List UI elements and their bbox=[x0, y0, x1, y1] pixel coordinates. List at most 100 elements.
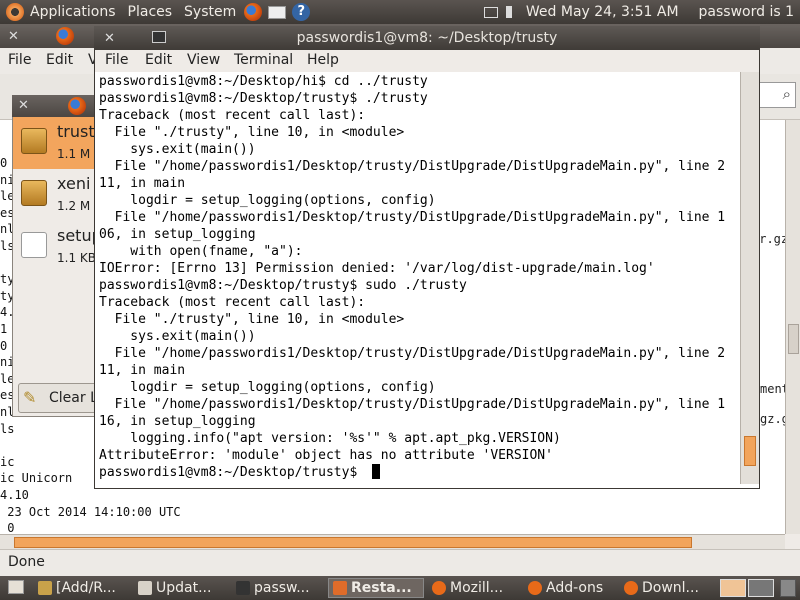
terminal-line: File "/home/passwordis1/Desktop/trusty/D… bbox=[99, 346, 726, 361]
taskbar-label: Downl... bbox=[642, 580, 699, 596]
document-icon bbox=[21, 232, 47, 258]
download-size: 1.2 M bbox=[57, 199, 91, 213]
volume-icon[interactable] bbox=[505, 6, 518, 18]
page-text-line: ic Unicorn bbox=[0, 471, 73, 486]
terminal-line: 11, in main bbox=[99, 363, 186, 378]
downloads-titlebar[interactable]: ✕ bbox=[12, 95, 102, 117]
taskbar-label: Updat... bbox=[156, 580, 212, 596]
broom-icon: ✎ bbox=[23, 388, 37, 407]
terminal-menu-terminal[interactable]: Terminal bbox=[234, 52, 293, 68]
applications-menu[interactable]: Applications bbox=[0, 0, 122, 24]
terminal-line: File "/home/passwordis1/Desktop/trusty/D… bbox=[99, 159, 726, 174]
terminal-line: logdir = setup_logging(options, config) bbox=[99, 193, 436, 208]
terminal-line: logging.info("apt version: '%s'" % apt.a… bbox=[99, 431, 561, 446]
terminal-title: passwordis1@vm8: ~/Desktop/trusty bbox=[296, 30, 558, 46]
browser-menu-edit[interactable]: Edit bbox=[46, 52, 73, 68]
page-text-line: 0 bbox=[0, 338, 8, 353]
system-tray: Wed May 24, 3:51 AM password is 1 bbox=[483, 0, 800, 24]
terminal-line: File "./trusty", line 10, in <module> bbox=[99, 312, 405, 327]
terminal-line: passwordis1@vm8:~/Desktop/trusty$ ./trus… bbox=[99, 91, 428, 106]
mail-launcher-icon[interactable] bbox=[268, 5, 287, 19]
terminal-menu-edit[interactable]: Edit bbox=[145, 52, 172, 68]
terminal-line: File "/home/passwordis1/Desktop/trusty/D… bbox=[99, 397, 726, 412]
clear-list-button[interactable]: ✎ Clear L bbox=[18, 383, 102, 413]
update-manager-icon bbox=[138, 581, 152, 595]
taskbar-button[interactable]: Updat... bbox=[134, 578, 228, 598]
taskbar-button[interactable]: Resta... bbox=[328, 578, 424, 598]
taskbar-button[interactable]: Downl... bbox=[620, 578, 714, 598]
page-text-line: ls bbox=[0, 421, 15, 436]
scrollbar-thumb[interactable] bbox=[788, 324, 799, 354]
terminal-line: with open(fname, "a"): bbox=[99, 244, 303, 259]
workspace-2[interactable] bbox=[748, 579, 774, 597]
taskbar-label: Resta... bbox=[351, 580, 412, 596]
help-launcher-icon[interactable]: ? bbox=[292, 3, 311, 21]
terminal-line: sys.exit(main()) bbox=[99, 142, 256, 157]
user-menu[interactable]: password is 1 bbox=[699, 4, 794, 20]
terminal-line: sys.exit(main()) bbox=[99, 329, 256, 344]
horizontal-scrollbar[interactable] bbox=[0, 534, 785, 549]
show-desktop-icon[interactable] bbox=[8, 580, 24, 594]
page-text-line: 23 Oct 2014 14:10:00 UTC bbox=[0, 504, 181, 519]
terminal-titlebar[interactable]: ✕ passwordis1@vm8: ~/Desktop/trusty bbox=[94, 26, 760, 50]
page-text-line: 1 bbox=[0, 322, 8, 336]
terminal-output[interactable]: passwordis1@vm8:~/Desktop/hi$ cd ../trus… bbox=[95, 72, 740, 484]
terminal-scrollbar[interactable] bbox=[740, 72, 759, 484]
places-menu[interactable]: Places bbox=[122, 0, 179, 24]
terminal-line: 06, in setup_logging bbox=[99, 227, 256, 242]
terminal-menu-file[interactable]: File bbox=[105, 52, 128, 68]
taskbar-button[interactable]: passw... bbox=[232, 578, 324, 598]
taskbar-button[interactable]: [Add/R... bbox=[34, 578, 130, 598]
page-text-line: 0 bbox=[0, 156, 8, 170]
ubuntu-logo-icon bbox=[6, 3, 24, 21]
terminal-line: File "./trusty", line 10, in <module> bbox=[99, 125, 405, 140]
top-panel: Applications Places System ? Wed May 24,… bbox=[0, 0, 800, 24]
taskbar-label: [Add/R... bbox=[56, 580, 116, 596]
taskbar-label: Mozill... bbox=[450, 580, 504, 596]
taskbar-button[interactable]: Add-ons bbox=[524, 578, 616, 598]
vertical-scrollbar[interactable] bbox=[785, 120, 800, 534]
terminal-line: IOError: [Errno 13] Permission denied: '… bbox=[99, 261, 655, 276]
terminal-line: Traceback (most recent call last): bbox=[99, 108, 366, 123]
download-item[interactable]: xeni 1.2 M bbox=[13, 169, 102, 221]
firefox-icon bbox=[432, 581, 446, 595]
firefox-icon bbox=[528, 581, 542, 595]
scrollbar-thumb[interactable] bbox=[14, 537, 692, 548]
terminal-menu-view[interactable]: View bbox=[187, 52, 220, 68]
firefox-launcher-icon[interactable] bbox=[244, 3, 263, 21]
workspace-1[interactable] bbox=[720, 579, 746, 597]
restart-icon bbox=[333, 581, 347, 595]
close-icon[interactable]: ✕ bbox=[8, 29, 19, 44]
page-text-line: 0 bbox=[0, 521, 15, 534]
terminal-line: 16, in setup_logging bbox=[99, 414, 256, 429]
clock[interactable]: Wed May 24, 3:51 AM bbox=[526, 4, 679, 20]
scrollbar-thumb[interactable] bbox=[744, 436, 756, 466]
close-icon[interactable]: ✕ bbox=[18, 98, 29, 113]
terminal-line: passwordis1@vm8:~/Desktop/trusty$ bbox=[99, 465, 358, 480]
network-icon[interactable] bbox=[483, 6, 498, 18]
system-menu[interactable]: System bbox=[178, 0, 242, 24]
terminal-line: AttributeError: 'module' object has no a… bbox=[99, 448, 553, 463]
terminal-line: logdir = setup_logging(options, config) bbox=[99, 380, 436, 395]
terminal-menu-help[interactable]: Help bbox=[307, 52, 339, 68]
taskbar-label: passw... bbox=[254, 580, 310, 596]
download-size: 1.1 M bbox=[57, 147, 91, 161]
browser-menu-file[interactable]: File bbox=[8, 52, 31, 68]
bottom-panel: [Add/R... Updat... passw... Resta... Mozill.… bbox=[0, 576, 800, 600]
status-bar: Done bbox=[0, 549, 800, 576]
terminal-line: passwordis1@vm8:~/Desktop/hi$ cd ../trus… bbox=[99, 74, 428, 89]
terminal-line: 11, in main bbox=[99, 176, 186, 191]
download-item[interactable]: trusty 1.1 M bbox=[13, 117, 104, 169]
package-icon bbox=[21, 180, 47, 206]
status-text: Done bbox=[8, 554, 45, 570]
taskbar-button[interactable]: Mozill... bbox=[428, 578, 520, 598]
download-item[interactable]: setup 1.1 KB bbox=[13, 221, 102, 273]
taskbar-label: Add-ons bbox=[546, 580, 604, 596]
package-icon bbox=[21, 128, 47, 154]
page-text-line: 4.10 bbox=[0, 488, 29, 502]
download-name: xeni bbox=[57, 174, 91, 193]
terminal-line: Traceback (most recent call last): bbox=[99, 295, 366, 310]
terminal-icon bbox=[236, 581, 250, 595]
search-icon[interactable]: ⌕ bbox=[783, 85, 791, 103]
trash-icon[interactable] bbox=[780, 579, 796, 597]
